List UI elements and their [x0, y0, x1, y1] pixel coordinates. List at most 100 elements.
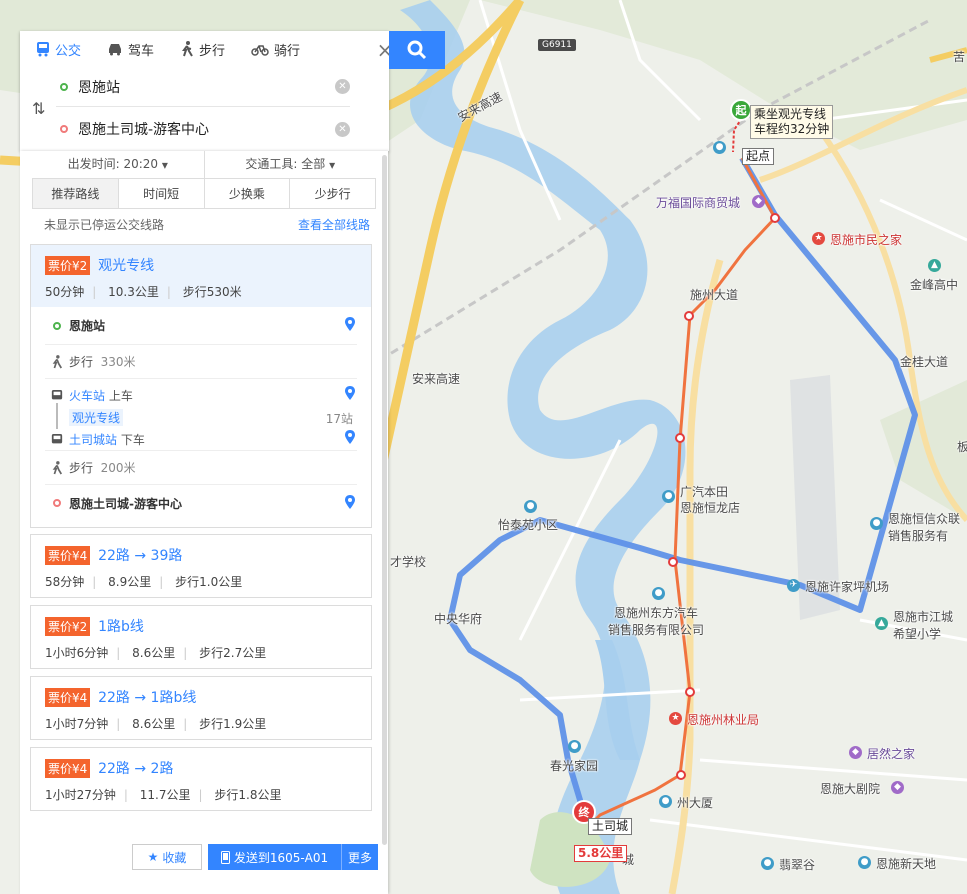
- mall-icon[interactable]: ●: [858, 856, 871, 869]
- location-pin-icon[interactable]: [345, 317, 355, 334]
- sort-tab-fewer-transfers[interactable]: 少换乘: [205, 179, 291, 208]
- price-badge: 票价¥2: [45, 255, 91, 275]
- station-icon[interactable]: ●: [713, 141, 726, 154]
- walk-icon: [45, 460, 69, 475]
- location-pin-icon[interactable]: [345, 494, 355, 512]
- location-pin-icon[interactable]: [345, 430, 355, 447]
- highway-badge: G6911: [538, 39, 576, 51]
- building-icon[interactable]: ●: [659, 795, 672, 808]
- poi-xujiaping[interactable]: 恩施许家坪机场: [805, 578, 889, 595]
- route-card[interactable]: 票价¥4 22路 → 2路 1小时27分钟 | 11.7公里 | 步行1.8公里: [30, 747, 372, 811]
- school-icon[interactable]: ▲: [928, 259, 941, 272]
- start-marker[interactable]: 起: [730, 99, 752, 121]
- shopping-icon[interactable]: ◆: [849, 746, 862, 759]
- star-icon: ★: [147, 850, 159, 864]
- route-distance: 11.7公里: [139, 788, 191, 802]
- step-board: 火车站 上车: [45, 387, 133, 404]
- residence-icon[interactable]: ●: [568, 740, 581, 753]
- sort-tab-less-walking[interactable]: 少步行: [290, 179, 375, 208]
- clear-destination-icon[interactable]: ✕: [335, 121, 350, 137]
- poi-guangqi[interactable]: 广汽本田: [680, 483, 728, 500]
- poi-feicui[interactable]: 翡翠谷: [779, 856, 815, 873]
- poi-dongfang-2[interactable]: 销售服务有限公司: [608, 621, 704, 638]
- tab-transit[interactable]: 公交: [36, 40, 81, 59]
- poi-linye[interactable]: 恩施州林业局: [687, 711, 759, 728]
- tab-drive-label: 驾车: [128, 43, 155, 59]
- walk-icon: [45, 354, 69, 369]
- shopping-icon[interactable]: ◆: [752, 195, 765, 208]
- route-card-header[interactable]: 票价¥2 观光专线 50分钟 | 10.3公里 | 步行530米: [31, 245, 371, 307]
- car-shop-icon[interactable]: ●: [662, 490, 675, 503]
- road-label-shizhou: 施州大道: [690, 288, 738, 302]
- destination-dot-icon: [53, 499, 61, 507]
- clear-origin-icon[interactable]: ✕: [335, 79, 350, 94]
- route-card[interactable]: 票价¥2 观光专线 50分钟 | 10.3公里 | 步行530米 恩施站 步行 33…: [30, 244, 372, 528]
- route-search-box: 公交 驾车 步行 骑行 × ⇅ 恩施站 ✕ 恩施土司城-游客中心 ✕: [20, 31, 393, 151]
- theater-icon[interactable]: ◆: [891, 781, 904, 794]
- poi-juyuan[interactable]: 恩施大剧院: [820, 780, 880, 797]
- poi-jinfeng[interactable]: 金峰高中: [910, 276, 958, 293]
- panel-scrollbar[interactable]: [382, 155, 387, 845]
- route-name: 观光专线: [98, 258, 155, 274]
- destination-value: 恩施土司城-游客中心: [78, 122, 210, 138]
- step-walk-1: 步行 330米: [45, 345, 357, 379]
- poi-dongfang-1[interactable]: 恩施州东方汽车: [614, 604, 698, 621]
- poi-hengxin-2[interactable]: 销售服务有: [888, 527, 948, 544]
- origin-field[interactable]: 恩施站 ✕: [56, 67, 350, 107]
- route-time: 1小时6分钟: [45, 646, 109, 660]
- car-dealer-icon[interactable]: ●: [652, 587, 665, 600]
- sort-tab-recommended[interactable]: 推荐路线: [33, 179, 119, 208]
- route-name: 22路 → 39路: [98, 548, 183, 564]
- poi-yitai[interactable]: 怡泰苑小区: [498, 516, 558, 533]
- poi-henglong[interactable]: 恩施恒龙店: [680, 499, 740, 516]
- star-icon[interactable]: ★: [812, 232, 825, 245]
- airport-icon[interactable]: ✈: [787, 579, 800, 592]
- vehicle-select[interactable]: 交通工具: 全部 ▾: [205, 151, 377, 178]
- tab-bike[interactable]: 骑行: [251, 40, 300, 59]
- poi-jiangcheng-2[interactable]: 希望小学: [893, 625, 941, 642]
- location-pin-icon[interactable]: [345, 386, 355, 403]
- price-badge: 票价¥4: [45, 758, 91, 778]
- poi-juranzhijia[interactable]: 居然之家: [867, 745, 915, 762]
- poi-zhongyang[interactable]: 中央华府: [434, 610, 482, 627]
- route-card[interactable]: 票价¥4 22路 → 1路b线 1小时7分钟 | 8.6公里 | 步行1.9公里: [30, 676, 372, 740]
- swap-icon[interactable]: ⇅: [32, 99, 45, 118]
- poi-zhouda[interactable]: 州大厦: [677, 794, 713, 811]
- step-bus: 火车站 上车 观光专线 17站 土司城站 下车: [45, 379, 357, 451]
- depart-time-select[interactable]: 出发时间: 20:20 ▾: [32, 151, 205, 178]
- poi-hengxin-1[interactable]: 恩施恒信众联: [888, 510, 960, 527]
- send-to-phone-button[interactable]: 发送到1605-A01: [208, 844, 342, 870]
- more-button[interactable]: 更多: [342, 849, 378, 866]
- destination-field[interactable]: 恩施土司城-游客中心 ✕: [56, 109, 350, 149]
- school-icon[interactable]: ▲: [875, 617, 888, 630]
- sort-tab-fastest[interactable]: 时间短: [119, 179, 205, 208]
- star-icon[interactable]: ★: [669, 712, 682, 725]
- search-button[interactable]: [389, 31, 445, 69]
- route-walk: 步行1.0公里: [175, 575, 243, 589]
- tab-bike-label: 骑行: [274, 43, 301, 59]
- car-service-icon[interactable]: ●: [870, 517, 883, 530]
- scenic-icon[interactable]: ●: [761, 857, 774, 870]
- poi-wanfu[interactable]: 万福国际商贸城: [656, 194, 740, 211]
- poi-jiangcheng-1[interactable]: 恩施市江城: [893, 608, 953, 625]
- view-all-link[interactable]: 查看全部线路: [298, 216, 370, 233]
- poi-ban: 板: [957, 440, 967, 454]
- residence-icon[interactable]: ●: [524, 500, 537, 513]
- tab-walk[interactable]: 步行: [180, 40, 225, 59]
- board-stop[interactable]: 火车站: [69, 387, 105, 404]
- alight-stop[interactable]: 土司城站: [69, 431, 117, 448]
- price-badge: 票价¥2: [45, 616, 91, 636]
- favorite-button[interactable]: ★ 收藏: [132, 844, 202, 870]
- poi-minzhijia[interactable]: 恩施市民之家: [830, 231, 902, 248]
- route-tip-line1: 乘坐观光专线: [754, 107, 827, 121]
- poi-caixue[interactable]: 才学校: [390, 553, 426, 570]
- travel-mode-tabs: 公交 驾车 步行 骑行: [20, 31, 389, 67]
- tab-drive[interactable]: 驾车: [107, 40, 154, 59]
- poi-chunguang[interactable]: 春光家园: [550, 757, 598, 774]
- line-name[interactable]: 观光专线: [69, 409, 124, 426]
- route-card[interactable]: 票价¥2 1路b线 1小时6分钟 | 8.6公里 | 步行2.7公里: [30, 605, 372, 669]
- route-card[interactable]: 票价¥4 22路 → 39路 58分钟 | 8.9公里 | 步行1.0公里: [30, 534, 372, 598]
- poi-xintiandi[interactable]: 恩施新天地: [876, 855, 936, 872]
- send-button[interactable]: 发送到1605-A01 更多: [208, 844, 378, 870]
- route-tip: 乘坐观光专线 车程约32分钟: [750, 105, 834, 139]
